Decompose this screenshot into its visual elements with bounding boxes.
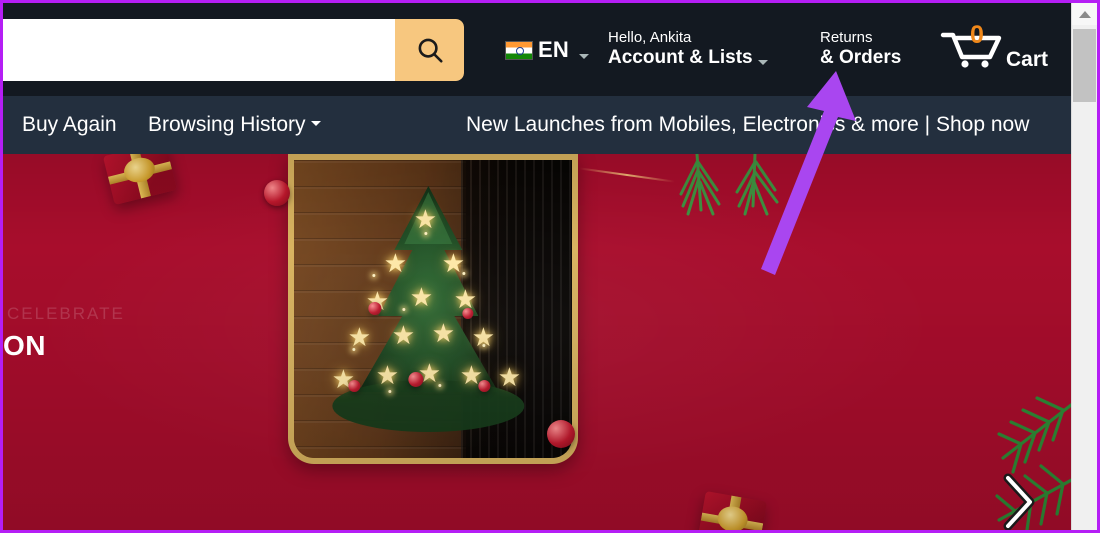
returns-line2: & Orders xyxy=(820,47,902,69)
amazon-sub-navigation-bar: Buy Again Browsing History New Launches … xyxy=(3,96,1075,154)
account-greeting: Hello, Ankita xyxy=(608,29,692,47)
caret-down-icon xyxy=(310,121,321,126)
vertical-scrollbar[interactable] xyxy=(1071,3,1097,530)
scrollbar-thumb[interactable] xyxy=(1073,29,1096,102)
cart-link[interactable]: 0 Cart xyxy=(933,20,1055,79)
cart-label: Cart xyxy=(1006,48,1049,71)
language-label: EN xyxy=(538,36,569,62)
hero-banner-carousel[interactable]: ★ ★ ★ ★ ★ ★ ★ ★ ★ ★ ★ ★ ★ xyxy=(3,154,1075,530)
caret-down-icon xyxy=(578,53,589,59)
banner-copy: CELEBRATE ON xyxy=(3,304,125,362)
chevron-right-icon xyxy=(996,473,1040,530)
search-bar[interactable] xyxy=(3,19,464,81)
banner-faint-line: CELEBRATE xyxy=(7,304,125,323)
returns-and-orders-link[interactable]: Returns & Orders xyxy=(813,25,908,73)
triangle-up-icon xyxy=(1078,10,1091,18)
account-label: Account & Lists xyxy=(608,47,753,69)
scrollbar-up-button[interactable] xyxy=(1072,3,1097,25)
browsing-history-label: Browsing History xyxy=(148,113,306,136)
page-viewport: EN Hello, Ankita Account & Lists Returns… xyxy=(3,3,1075,530)
promo-label: New Launches from Mobiles, Electronics &… xyxy=(466,113,1030,136)
subnav-promo-link[interactable]: New Launches from Mobiles, Electronics &… xyxy=(459,108,1036,142)
search-input[interactable] xyxy=(3,19,395,81)
top-nav-links: EN Hello, Ankita Account & Lists Returns… xyxy=(483,3,1075,96)
subnav-item-browsing-history[interactable]: Browsing History xyxy=(141,108,328,142)
caret-down-icon xyxy=(757,59,768,65)
search-button[interactable] xyxy=(395,19,464,81)
returns-line1: Returns xyxy=(820,29,873,47)
buy-again-label: Buy Again xyxy=(22,113,117,136)
cart-count-badge: 0 xyxy=(970,21,984,49)
india-flag-icon xyxy=(505,40,533,60)
banner-headline: ON xyxy=(3,330,46,361)
carousel-next-button[interactable] xyxy=(996,472,1040,530)
banner-vignette xyxy=(3,154,1075,530)
browser-window: EN Hello, Ankita Account & Lists Returns… xyxy=(0,0,1100,533)
subnav-item-buy-again[interactable]: Buy Again xyxy=(15,108,124,142)
language-selector[interactable]: EN xyxy=(498,32,596,68)
account-and-lists-link[interactable]: Hello, Ankita Account & Lists xyxy=(601,25,775,73)
search-icon xyxy=(415,35,445,65)
amazon-top-navigation-bar: EN Hello, Ankita Account & Lists Returns… xyxy=(3,3,1075,96)
shopping-cart-icon: 0 xyxy=(940,21,1004,74)
